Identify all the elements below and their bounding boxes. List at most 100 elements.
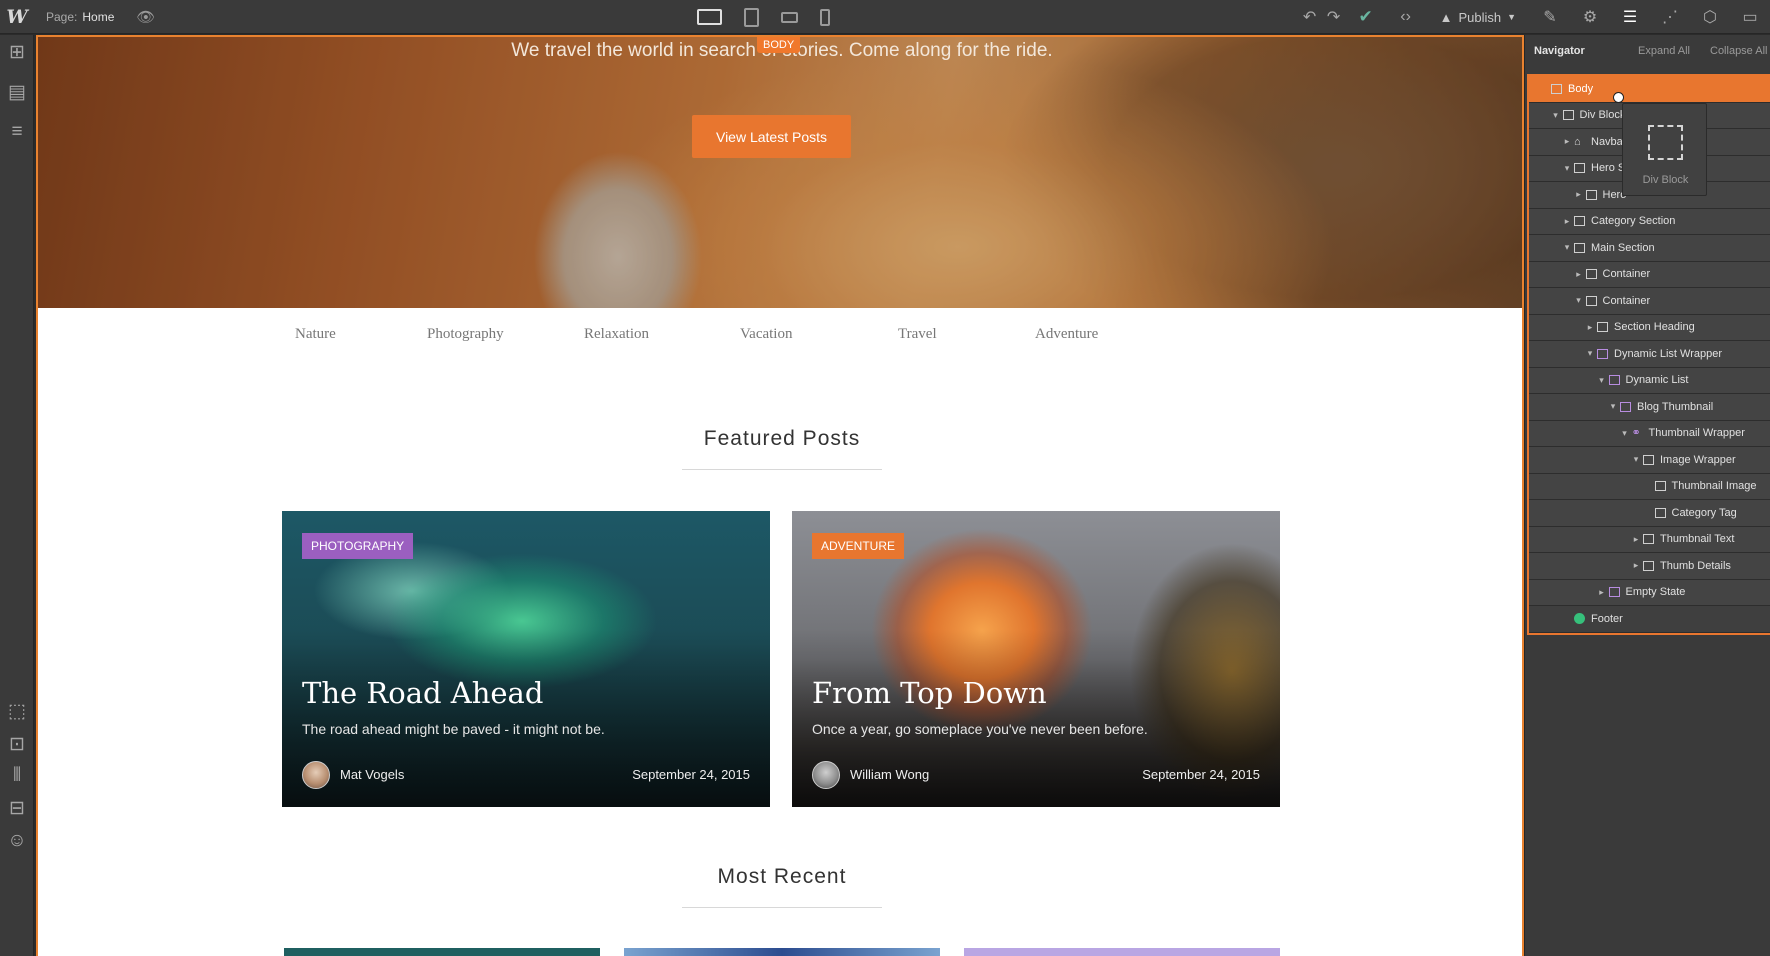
- navigator-item[interactable]: ▾ ⚭ Thumbnail Wrapper: [1529, 420, 1770, 447]
- redo-icon[interactable]: ↷: [1322, 7, 1346, 27]
- featured-post-card[interactable]: ADVENTURE From Top Down Once a year, go …: [792, 511, 1280, 807]
- caret-down-icon[interactable]: ▾: [1631, 454, 1641, 465]
- navigator-item[interactable]: ▾ Dynamic List Wrapper: [1529, 341, 1770, 368]
- box-icon: [1643, 560, 1654, 571]
- preview-icon[interactable]: ⊟: [0, 797, 34, 820]
- category-link-vacation[interactable]: Vacation: [740, 326, 792, 343]
- grid-icon[interactable]: ⦀: [0, 765, 34, 787]
- caret-right-icon[interactable]: ▸: [1631, 534, 1641, 545]
- mobile-landscape-view-button[interactable]: [777, 0, 802, 34]
- navigator-item-label: Blog Thumbnail: [1637, 400, 1714, 413]
- navigator-item[interactable]: ▸ Empty State: [1529, 579, 1770, 606]
- box-icon: [1643, 454, 1654, 465]
- add-element-icon[interactable]: ⊞: [0, 41, 34, 64]
- recent-post-thumbnail[interactable]: [624, 948, 940, 956]
- xray-icon[interactable]: ⊡: [0, 733, 34, 756]
- category-link-travel[interactable]: Travel: [898, 326, 937, 343]
- caret-down-icon[interactable]: ▾: [1551, 110, 1561, 121]
- navigator-icon[interactable]: ☰: [1610, 7, 1650, 27]
- assets-icon[interactable]: ▭: [1730, 7, 1770, 27]
- category-tag[interactable]: PHOTOGRAPHY: [302, 533, 414, 559]
- hero-section[interactable]: We travel the world in search of stories…: [38, 37, 1522, 308]
- navigator-item[interactable]: ▾ Dynamic List: [1529, 367, 1770, 394]
- drag-preview-tooltip: Div Block: [1622, 103, 1707, 196]
- page-selector[interactable]: Home: [82, 10, 114, 24]
- category-link-nature[interactable]: Nature: [295, 326, 336, 343]
- text-icon: [1654, 507, 1666, 518]
- undo-icon[interactable]: ↶: [1298, 7, 1322, 27]
- navigator-header: Navigator Expand All Collapse All: [1525, 35, 1770, 67]
- expand-all-link[interactable]: Expand All: [1638, 45, 1690, 57]
- featured-post-card[interactable]: PHOTOGRAPHY The Road Ahead The road ahea…: [282, 511, 770, 807]
- category-link-photography[interactable]: Photography: [427, 326, 504, 343]
- caret-down-icon[interactable]: ▾: [1608, 401, 1618, 412]
- desktop-view-button[interactable]: [693, 0, 726, 34]
- design-canvas[interactable]: We travel the world in search of stories…: [36, 35, 1524, 956]
- navigator-item[interactable]: ▾ Image Wrapper: [1529, 447, 1770, 474]
- cms-icon: [1597, 348, 1608, 359]
- gear-icon[interactable]: ⚙: [1570, 7, 1610, 27]
- navigator-item[interactable]: ▾ Container: [1529, 288, 1770, 315]
- pages-icon[interactable]: ▤: [0, 81, 34, 104]
- navigator-item[interactable]: ▾ Main Section: [1529, 235, 1770, 262]
- caret-right-icon[interactable]: ▸: [1585, 322, 1595, 333]
- recent-post-thumbnail[interactable]: [964, 948, 1280, 956]
- caret-right-icon[interactable]: ▸: [1631, 560, 1641, 571]
- navigator-item[interactable]: Thumbnail Image: [1529, 473, 1770, 500]
- caret-down-icon[interactable]: ▾: [1562, 242, 1572, 253]
- category-link-adventure[interactable]: Adventure: [1035, 326, 1098, 343]
- navigator-item[interactable]: ▾ Blog Thumbnail: [1529, 394, 1770, 421]
- link-icon: ⚭: [1631, 427, 1641, 440]
- mobile-portrait-view-button[interactable]: [816, 0, 834, 34]
- publish-button[interactable]: ▲ Publish ▼: [1426, 10, 1530, 25]
- code-icon[interactable]: ‹›: [1386, 8, 1426, 26]
- navigator-item[interactable]: ▸ Container: [1529, 261, 1770, 288]
- mobile-landscape-icon: [781, 11, 798, 23]
- users-icon[interactable]: ☺: [0, 830, 34, 852]
- tablet-view-button[interactable]: [740, 0, 763, 34]
- author-avatar: [812, 761, 840, 789]
- post-date: September 24, 2015: [1142, 767, 1260, 782]
- navigator-item[interactable]: Category Tag: [1529, 500, 1770, 527]
- navigator-item[interactable]: ▸ Section Heading: [1529, 314, 1770, 341]
- category-link-relaxation[interactable]: Relaxation: [584, 326, 649, 343]
- caret-down-icon[interactable]: ▾: [1574, 295, 1584, 306]
- recent-post-thumbnail[interactable]: [284, 948, 600, 956]
- caret-down-icon[interactable]: ▾: [1585, 348, 1595, 359]
- cms-icon[interactable]: ≡: [0, 121, 34, 143]
- caret-right-icon[interactable]: ▸: [1574, 189, 1584, 200]
- category-tag[interactable]: ADVENTURE: [812, 533, 905, 559]
- webflow-logo[interactable]: W: [0, 0, 34, 34]
- layers-icon[interactable]: ⋰: [1650, 7, 1690, 27]
- view-latest-posts-button[interactable]: View Latest Posts: [692, 115, 851, 158]
- navigator-item-label: Container: [1602, 294, 1651, 307]
- caret-right-icon[interactable]: ▸: [1562, 216, 1572, 227]
- box-icon: [1551, 83, 1562, 94]
- navigator-item-label: Footer: [1591, 612, 1623, 625]
- box-icon: [1643, 534, 1654, 545]
- box-icon[interactable]: ⬡: [1690, 7, 1730, 27]
- eye-icon[interactable]: 👁: [136, 8, 155, 26]
- post-title[interactable]: From Top Down: [812, 676, 1047, 710]
- caret-right-icon[interactable]: ▸: [1562, 136, 1572, 147]
- navigator-item-label: Dynamic List Wrapper: [1614, 347, 1722, 360]
- caret-right-icon[interactable]: ▸: [1597, 587, 1607, 598]
- caret-down-icon[interactable]: ▾: [1620, 428, 1630, 439]
- caret-right-icon[interactable]: ▸: [1574, 269, 1584, 280]
- navigator-item[interactable]: Footer: [1529, 606, 1770, 633]
- select-tool-icon[interactable]: ⬚: [0, 700, 34, 723]
- caret-down-icon[interactable]: ▾: [1562, 163, 1572, 174]
- collapse-all-link[interactable]: Collapse All: [1710, 45, 1767, 57]
- navigator-item[interactable]: Body: [1529, 76, 1770, 103]
- top-toolbar: W Page: Home 👁 ↶ ↷ ✔ ‹› ▲ Publish ▼ ✎ ⚙ …: [0, 0, 1770, 34]
- navigator-item[interactable]: ▸ Category Section: [1529, 208, 1770, 235]
- navigator-item-label: Div Block: [1579, 109, 1626, 122]
- box-icon: [1562, 110, 1574, 121]
- navigator-item-label: Thumb Details: [1660, 559, 1731, 572]
- post-title[interactable]: The Road Ahead: [302, 676, 543, 710]
- navigator-item[interactable]: ▸ Thumb Details: [1529, 553, 1770, 580]
- brush-icon[interactable]: ✎: [1530, 7, 1570, 27]
- check-icon[interactable]: ✔: [1346, 7, 1386, 27]
- navigator-item[interactable]: ▸ Thumbnail Text: [1529, 526, 1770, 553]
- caret-down-icon[interactable]: ▾: [1597, 375, 1607, 386]
